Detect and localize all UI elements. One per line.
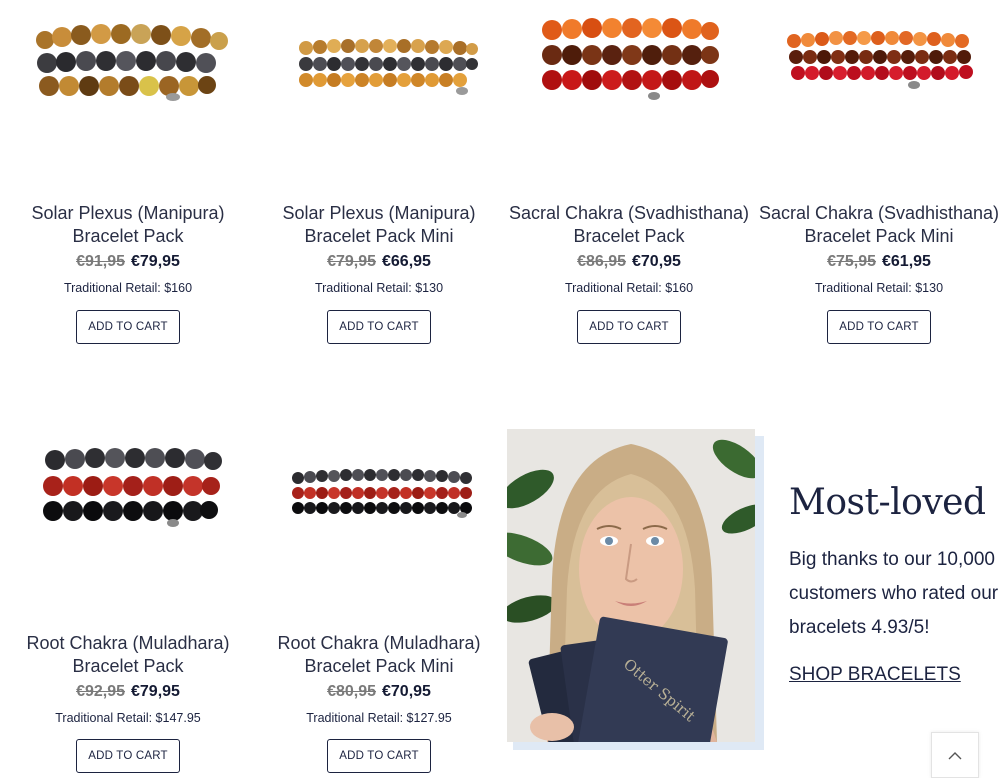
old-price: €91,95 [76,253,125,270]
shop-bracelets-link[interactable]: SHOP BRACELETS [789,664,961,686]
price-group: €75,95 €61,95 [754,253,1004,271]
product-name-line2: Bracelet Pack [573,226,685,246]
old-price: €79,95 [327,253,376,270]
old-price: €75,95 [827,253,876,270]
product-name-line2: Bracelet Pack Mini [304,226,454,246]
product-image[interactable] [254,430,504,600]
product-image[interactable] [3,430,253,600]
product-image[interactable] [504,0,754,170]
product-name[interactable]: Sacral Chakra (Svadhisthana) Bracelet Pac… [504,202,754,248]
testimonial-photo: Otter Spirit [507,429,755,742]
retail-price: Traditional Retail: $160 [564,281,694,295]
product-name[interactable]: Sacral Chakra (Svadhisthana) Bracelet Pac… [754,202,1004,248]
price-group: €91,95 €79,95 [3,253,253,271]
back-to-top-button[interactable] [931,732,979,778]
product-name-line1: Solar Plexus (Manipura) [282,203,476,223]
product-name-line1: Sacral Chakra (Svadhisthana) [758,203,1000,223]
product-name-line1: Sacral Chakra (Svadhisthana) [508,203,750,223]
product-image[interactable] [254,0,504,170]
product-name[interactable]: Solar Plexus (Manipura) Bracelet Pack [3,202,253,248]
price-group: €92,95 €79,95 [3,683,253,701]
product-name-line2: Bracelet Pack [72,226,184,246]
product-name[interactable]: Root Chakra (Muladhara) Bracelet Pack [3,632,253,678]
sale-price: €61,95 [882,253,931,270]
product-name-line1: Solar Plexus (Manipura) [31,203,225,223]
sale-price: €70,95 [632,253,681,270]
sale-price: €70,95 [382,683,431,700]
product-name[interactable]: Solar Plexus (Manipura) Bracelet Pack Min… [254,202,504,248]
price-group: €86,95 €70,95 [504,253,754,271]
retail-price: Traditional Retail: $130 [314,281,444,295]
price-group: €80,95 €70,95 [254,683,504,701]
product-name[interactable]: Root Chakra (Muladhara) Bracelet Pack Min… [254,632,504,678]
sale-price: €79,95 [131,253,180,270]
promo-description: Big thanks to our 10,000 customers who r… [789,549,999,638]
promo-title: Most-loved [789,482,986,523]
product-image[interactable] [754,0,1004,170]
product-name-line2: Bracelet Pack Mini [804,226,954,246]
chevron-up-icon [948,751,962,759]
product-name-line1: Root Chakra (Muladhara) [277,633,481,653]
product-image[interactable] [3,0,253,170]
retail-price: Traditional Retail: $130 [814,281,944,295]
product-name-line2: Bracelet Pack Mini [304,656,454,676]
price-group: €79,95 €66,95 [254,253,504,271]
add-to-cart-button[interactable]: ADD TO CART [327,310,431,344]
add-to-cart-button[interactable]: ADD TO CART [76,739,180,773]
old-price: €80,95 [327,683,376,700]
add-to-cart-button[interactable]: ADD TO CART [76,310,180,344]
retail-price: Traditional Retail: $127.95 [306,711,452,725]
add-to-cart-button[interactable]: ADD TO CART [827,310,931,344]
product-name-line1: Root Chakra (Muladhara) [26,633,230,653]
product-name-line2: Bracelet Pack [72,656,184,676]
retail-price: Traditional Retail: $147.95 [55,711,201,725]
add-to-cart-button[interactable]: ADD TO CART [577,310,681,344]
sale-price: €66,95 [382,253,431,270]
retail-price: Traditional Retail: $160 [63,281,193,295]
add-to-cart-button[interactable]: ADD TO CART [327,739,431,773]
sale-price: €79,95 [131,683,180,700]
old-price: €92,95 [76,683,125,700]
old-price: €86,95 [577,253,626,270]
